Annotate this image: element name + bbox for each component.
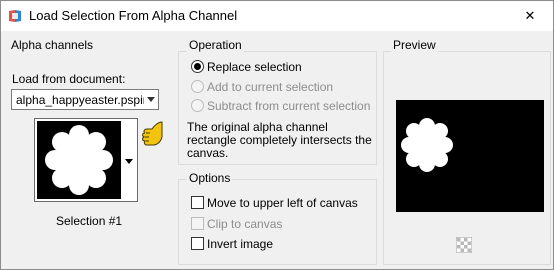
title-bar: Load Selection From Alpha Channel ✕ [1, 1, 553, 31]
chevron-down-icon [144, 90, 158, 109]
subtract-from-selection-radio[interactable] [191, 99, 204, 112]
replace-selection-label[interactable]: Replace selection [207, 60, 302, 74]
options-title: Options [187, 171, 233, 185]
load-from-document-label: Load from document: [12, 72, 126, 86]
move-to-upper-left-label[interactable]: Move to upper left of canvas [207, 196, 358, 210]
document-select[interactable]: alpha_happyeaster.pspimage [11, 89, 159, 110]
operation-title: Operation [187, 38, 244, 52]
preview-title: Preview [391, 38, 438, 52]
selection-caption: Selection #1 [56, 214, 123, 228]
alpha-channels-title: Alpha channels [11, 38, 94, 52]
close-button[interactable]: ✕ [507, 1, 553, 31]
selection-thumbnail [37, 121, 121, 199]
move-to-upper-left-checkbox[interactable] [191, 196, 204, 209]
dialog-window: Load Selection From Alpha Channel ✕ Alph… [0, 0, 554, 270]
subtract-from-selection-label[interactable]: Subtract from current selection [207, 99, 370, 113]
operation-note-line-1: The original alpha channel [187, 120, 328, 134]
operation-note-line-2: rectangle completely intersects the [187, 133, 372, 147]
chevron-down-icon [125, 159, 133, 164]
window-title: Load Selection From Alpha Channel [29, 8, 238, 23]
invert-image-label[interactable]: Invert image [207, 237, 273, 251]
replace-selection-radio[interactable] [191, 60, 204, 73]
close-icon: ✕ [524, 8, 536, 23]
document-select-value: alpha_happyeaster.pspimage [16, 93, 159, 107]
pointing-hand-icon [142, 121, 163, 146]
operation-note-line-3: canvas. [187, 146, 229, 160]
invert-image-checkbox[interactable] [191, 237, 204, 250]
add-to-selection-label[interactable]: Add to current selection [207, 80, 333, 94]
clip-to-canvas-label[interactable]: Clip to canvas [207, 217, 282, 231]
paint-shop-pro-icon [9, 10, 21, 22]
add-to-selection-radio[interactable] [191, 80, 204, 93]
scalloped-selection-shape [45, 125, 113, 195]
preview-selection-shape [401, 118, 453, 172]
preview-image [396, 100, 544, 212]
transparency-checker-icon[interactable] [456, 237, 472, 253]
selection-thumbnail-picker[interactable] [34, 118, 138, 202]
clip-to-canvas-checkbox[interactable] [191, 217, 204, 230]
